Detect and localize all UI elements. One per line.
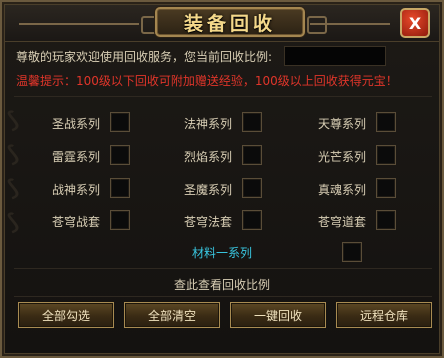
item-label: 真魂系列 [317,183,366,197]
item-label: 天尊系列 [317,117,366,131]
item-label: 光芒系列 [317,150,366,164]
divider-middle [14,268,432,269]
page-title: 装备回收 [183,12,276,35]
ratio-field [284,46,386,66]
item-grid: ⟆ ⟆ ⟆ ⟆ 圣战系列 法神系列 天尊系列 雷霆系列 烈焰系列 光芒系列 战神… [4,107,432,238]
clear-all-button[interactable]: 全部清空 [124,302,220,328]
item-checkbox[interactable] [376,112,396,132]
title-bar: 装备回收 [5,5,439,42]
ornament-right [310,23,390,25]
material-label: 材料一系列 [192,246,253,260]
item-label: 苍穹道套 [317,215,366,229]
item-2: 天尊系列 [14,112,396,134]
item-11: 苍穹道套 [14,210,396,232]
item-8: 真魂系列 [14,178,396,200]
title-plate: 装备回收 [155,7,305,37]
item-checkbox[interactable] [376,210,396,230]
item-checkbox[interactable] [376,145,396,165]
tip-text: 温馨提示：100级以下回收可附加赠送经验，100级以上回收获得元宝！ [16,74,398,88]
view-ratio-link[interactable]: 查此查看回收比例 [2,276,442,293]
remote-warehouse-button[interactable]: 远程仓库 [336,302,432,328]
ornament-curl-right [307,16,327,34]
ornament-left [19,23,139,25]
divider-bottom [14,296,432,297]
recycle-panel: 装备回收 X 尊敬的玩家欢迎使用回收服务，您当前回收比例: 温馨提示：100级以… [0,0,444,358]
welcome-text: 尊敬的玩家欢迎使用回收服务，您当前回收比例: [16,50,273,64]
material-checkbox[interactable] [342,242,362,262]
item-5: 光芒系列 [14,145,396,167]
divider-top [14,96,432,97]
one-click-recycle-button[interactable]: 一键回收 [230,302,326,328]
close-icon: X [408,13,422,33]
item-checkbox[interactable] [376,178,396,198]
close-button[interactable]: X [400,8,430,38]
select-all-button[interactable]: 全部勾选 [18,302,114,328]
